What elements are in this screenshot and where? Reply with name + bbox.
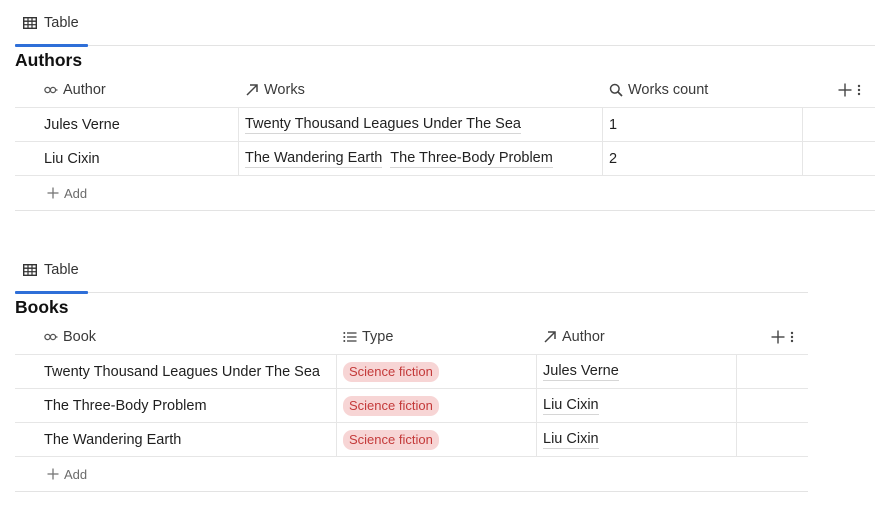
column-header-works[interactable]: Works	[238, 73, 602, 107]
author-cell[interactable]: Jules Verne	[38, 108, 238, 141]
author-cell[interactable]: Liu Cixin	[536, 389, 736, 422]
table-header-row: Author Works Works count	[15, 73, 875, 108]
book-cell[interactable]: The Wandering Earth	[38, 423, 336, 456]
column-header-type[interactable]: Type	[336, 320, 536, 354]
column-header-works-count[interactable]: Works count	[602, 73, 802, 107]
author-cell[interactable]: Liu Cixin	[38, 142, 238, 175]
type-tag: Science fiction	[343, 395, 439, 416]
header-tools	[736, 320, 808, 354]
more-options-icon[interactable]	[857, 84, 861, 96]
books-database: Table Books Book Type Author Twenty Thou…	[15, 247, 808, 492]
view-tab-label: Table	[44, 262, 79, 278]
book-cell[interactable]: The Three-Body Problem	[38, 389, 336, 422]
relation-link[interactable]: Liu Cixin	[543, 396, 599, 415]
relation-link[interactable]: The Three-Body Problem	[390, 149, 553, 168]
relation-link[interactable]: Liu Cixin	[543, 430, 599, 449]
type-cell[interactable]: Science fiction	[336, 423, 536, 456]
authors-database: Table Authors Author Works Works count J…	[15, 0, 875, 211]
type-cell[interactable]: Science fiction	[336, 355, 536, 388]
column-header-author[interactable]: Author	[536, 320, 736, 354]
works-cell[interactable]: Twenty Thousand Leagues Under The Sea	[238, 108, 602, 141]
table-row[interactable]: Twenty Thousand Leagues Under The Sea Sc…	[15, 355, 808, 389]
works-cell[interactable]: The Wandering Earth The Three-Body Probl…	[238, 142, 602, 175]
database-title[interactable]: Authors	[15, 47, 875, 73]
list-icon	[343, 331, 357, 343]
relation-arrow-icon	[543, 330, 557, 344]
table-row[interactable]: Liu Cixin The Wandering Earth The Three-…	[15, 142, 875, 176]
add-row-button[interactable]: Add	[15, 176, 875, 211]
type-tag: Science fiction	[343, 361, 439, 382]
header-tools	[802, 73, 875, 107]
database-title[interactable]: Books	[15, 294, 808, 320]
plus-icon	[47, 468, 59, 480]
add-row-button[interactable]: Add	[15, 457, 808, 492]
add-column-button[interactable]	[838, 83, 852, 97]
column-header-author[interactable]: Author	[38, 73, 238, 107]
view-tabs: Table	[15, 0, 875, 47]
more-options-icon[interactable]	[790, 331, 794, 343]
relation-link[interactable]: The Wandering Earth	[245, 149, 383, 168]
key-icon	[44, 332, 58, 342]
table-icon	[23, 264, 37, 276]
table-row[interactable]: The Wandering Earth Science fiction Liu …	[15, 423, 808, 457]
author-cell[interactable]: Jules Verne	[536, 355, 736, 388]
view-tab-table[interactable]: Table	[15, 0, 88, 47]
view-tabs: Table	[15, 247, 808, 294]
type-tag: Science fiction	[343, 429, 439, 450]
table-row[interactable]: Jules Verne Twenty Thousand Leagues Unde…	[15, 108, 875, 142]
view-tab-label: Table	[44, 15, 79, 31]
works-count-cell: 1	[602, 108, 802, 141]
books-table: Book Type Author Twenty Thousand Leagues…	[15, 320, 808, 492]
table-row[interactable]: The Three-Body Problem Science fiction L…	[15, 389, 808, 423]
plus-icon	[47, 187, 59, 199]
table-icon	[23, 17, 37, 29]
key-icon	[44, 85, 58, 95]
relation-arrow-icon	[245, 83, 259, 97]
relation-link[interactable]: Twenty Thousand Leagues Under The Sea	[245, 115, 521, 134]
search-icon	[609, 83, 623, 97]
book-cell[interactable]: Twenty Thousand Leagues Under The Sea	[38, 355, 336, 388]
author-cell[interactable]: Liu Cixin	[536, 423, 736, 456]
type-cell[interactable]: Science fiction	[336, 389, 536, 422]
relation-link[interactable]: Jules Verne	[543, 362, 619, 381]
authors-table: Author Works Works count Jules Verne Twe…	[15, 73, 875, 211]
works-count-cell: 2	[602, 142, 802, 175]
view-tab-table[interactable]: Table	[15, 247, 88, 294]
table-header-row: Book Type Author	[15, 320, 808, 355]
add-column-button[interactable]	[771, 330, 785, 344]
column-header-book[interactable]: Book	[38, 320, 336, 354]
